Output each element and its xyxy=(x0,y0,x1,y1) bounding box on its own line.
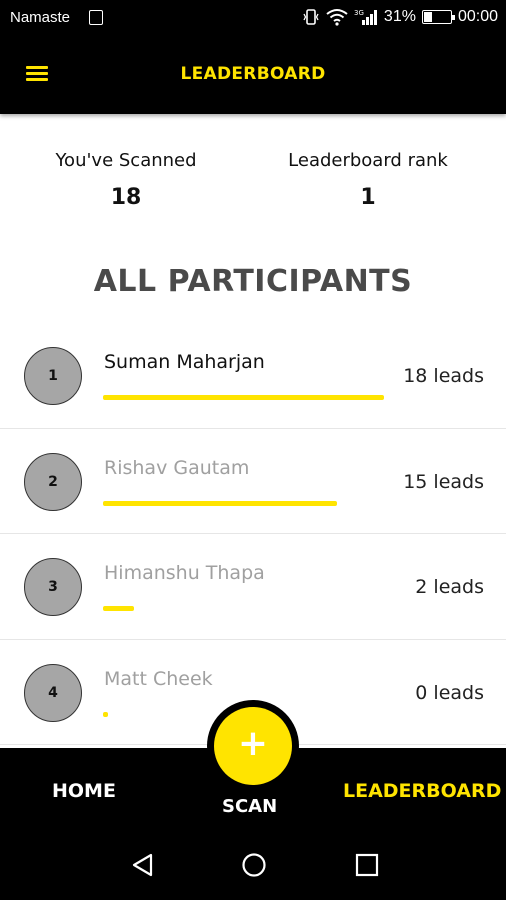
scanned-stat: You've Scanned 18 xyxy=(26,150,226,210)
leads-count: 0 leads xyxy=(415,681,484,704)
scan-button[interactable]: + xyxy=(214,707,292,785)
leads-progress-bar xyxy=(103,395,384,400)
participant-row[interactable]: 2 Rishav Gautam 15 leads xyxy=(0,429,506,534)
rank-stat: Leaderboard rank 1 xyxy=(268,150,468,210)
wifi-icon xyxy=(326,9,348,26)
vibrate-icon xyxy=(303,9,319,25)
page-title: LEADERBOARD xyxy=(180,64,326,84)
section-title: ALL PARTICIPANTS xyxy=(93,264,413,299)
rank-badge: 3 xyxy=(24,558,82,616)
status-bar: Namaste 3G 31% 00:00 xyxy=(0,0,506,36)
participant-name: Suman Maharjan xyxy=(104,351,265,373)
nav-leaderboard-button[interactable]: LEADERBOARD xyxy=(343,780,501,802)
carrier-name: Namaste xyxy=(10,9,71,26)
battery-icon xyxy=(421,10,455,24)
recent-apps-icon[interactable] xyxy=(354,852,380,878)
plus-icon: + xyxy=(237,723,269,764)
clock: 00:00 xyxy=(457,8,498,25)
participant-row[interactable]: 1 Suman Maharjan 18 leads xyxy=(0,323,506,429)
system-nav-bar xyxy=(0,830,506,900)
rank-value: 1 xyxy=(360,185,376,210)
battery-percent: 31% xyxy=(383,8,416,25)
leads-progress-bar xyxy=(103,500,337,506)
leads-progress-bar xyxy=(103,606,134,611)
nav-scan-label[interactable]: SCAN xyxy=(222,796,277,817)
leads-count: 15 leads xyxy=(403,470,484,493)
status-icons: 3G 31% 00:00 xyxy=(302,8,498,26)
participant-row[interactable]: 3 Himanshu Thapa 2 leads xyxy=(0,534,506,640)
cellular-signal-icon: 3G xyxy=(354,9,377,25)
leads-count: 18 leads xyxy=(403,365,484,387)
rank-badge: 1 xyxy=(24,347,82,405)
back-icon[interactable] xyxy=(130,852,156,878)
scanned-count: 18 xyxy=(110,185,142,210)
leads-count: 2 leads xyxy=(415,576,484,598)
participant-name: Rishav Gautam xyxy=(104,456,250,479)
participant-name: Matt Cheek xyxy=(104,667,213,690)
nav-home-button[interactable]: HOME xyxy=(52,780,116,802)
scanned-label: You've Scanned xyxy=(55,150,197,171)
rank-badge: 4 xyxy=(24,663,82,722)
leads-progress-bar xyxy=(103,711,108,717)
app-bar: LEADERBOARD xyxy=(0,36,506,114)
rank-label: Leaderboard rank xyxy=(288,150,448,171)
participants-list: 1 Suman Maharjan 18 leads 2 Rishav Gauta… xyxy=(0,323,506,745)
network-type-label: 3G xyxy=(354,9,364,17)
participant-name: Himanshu Thapa xyxy=(104,562,265,584)
rank-badge: 2 xyxy=(24,452,82,511)
image-notification-icon xyxy=(89,10,103,25)
home-circle-icon[interactable] xyxy=(241,852,267,878)
